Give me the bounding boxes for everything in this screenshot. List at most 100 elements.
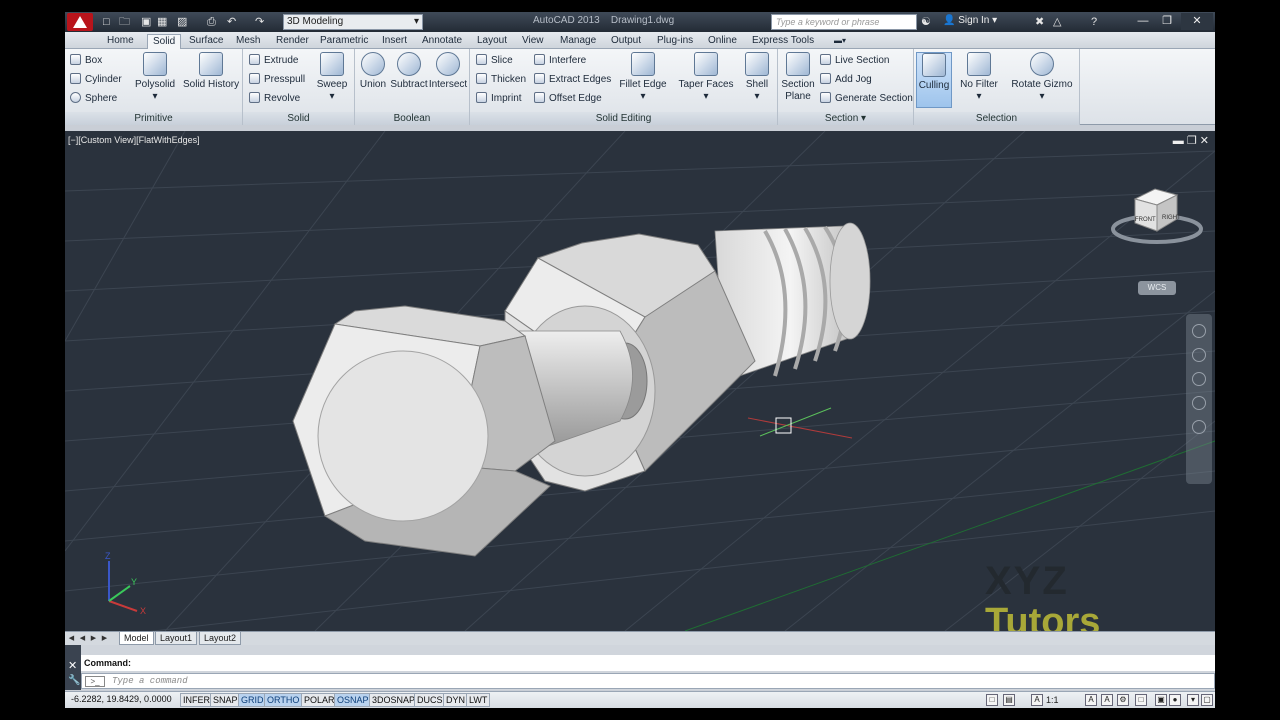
application-menu-button[interactable]: [67, 13, 93, 31]
wcs-menu[interactable]: WCS: [1138, 281, 1176, 295]
annotation-visibility-icon[interactable]: A: [1085, 694, 1097, 706]
imprint-button[interactable]: Imprint: [476, 91, 522, 107]
wrench-icon[interactable]: 🔧: [68, 675, 80, 686]
hardware-accel-icon[interactable]: ▣: [1155, 694, 1167, 706]
close-button[interactable]: ✕: [1181, 13, 1213, 30]
tab-annotate[interactable]: Annotate: [417, 34, 467, 49]
tab-solid[interactable]: Solid: [147, 34, 182, 49]
workspace-switch-icon[interactable]: ⚙: [1117, 694, 1129, 706]
taper-faces-button[interactable]: Taper Faces ▾: [678, 52, 734, 103]
presspull-button[interactable]: Presspull: [249, 72, 305, 88]
panel-label-section[interactable]: Section ▾: [778, 112, 913, 125]
viewport-minimize-icon[interactable]: ▬: [1173, 135, 1184, 147]
tab-home[interactable]: Home: [102, 34, 139, 49]
showmotion-icon[interactable]: [1192, 420, 1206, 434]
next-layout-icon[interactable]: ▶: [89, 633, 98, 644]
viewport-controls-label[interactable]: [−][Custom View][FlatWithEdges]: [68, 135, 200, 145]
clean-screen-icon[interactable]: ▢: [1201, 694, 1213, 706]
sign-in-button[interactable]: 👤 Sign In ▾: [943, 15, 997, 26]
tab-manage[interactable]: Manage: [555, 34, 601, 49]
intersect-button[interactable]: Intersect: [428, 52, 468, 91]
solid-history-button[interactable]: Solid History: [183, 52, 239, 91]
first-layout-icon[interactable]: ◀: [67, 633, 76, 644]
undo-icon[interactable]: ↶: [227, 15, 236, 29]
section-plane-button[interactable]: Section Plane: [780, 52, 816, 103]
subtract-button[interactable]: Subtract: [389, 52, 429, 91]
dyn-toggle[interactable]: DYN: [443, 693, 469, 707]
command-input[interactable]: Type a command: [81, 673, 1215, 689]
model-space-icon[interactable]: □: [986, 694, 998, 706]
minimize-button[interactable]: —: [1131, 13, 1155, 30]
tab-output[interactable]: Output: [606, 34, 646, 49]
tab-layout1[interactable]: Layout1: [155, 632, 198, 645]
snap-toggle[interactable]: SNAP: [210, 693, 241, 707]
generate-section-button[interactable]: Generate Section: [820, 91, 913, 107]
tab-mesh[interactable]: Mesh: [231, 34, 265, 49]
pan-icon[interactable]: [1192, 348, 1206, 362]
ortho-toggle[interactable]: ORTHO: [264, 693, 303, 707]
command-line-grip[interactable]: ✕ 🔧: [65, 645, 81, 690]
network-icon[interactable]: △: [1053, 15, 1061, 29]
save-icon[interactable]: ▣: [141, 15, 151, 29]
grid-toggle[interactable]: GRID: [238, 693, 267, 707]
cylinder-button[interactable]: Cylinder: [70, 72, 122, 88]
tab-insert[interactable]: Insert: [377, 34, 412, 49]
union-button[interactable]: Union: [358, 52, 388, 91]
rotate-gizmo-dropdown[interactable]: Rotate Gizmo ▾: [1010, 52, 1074, 103]
auto-scale-icon[interactable]: A: [1101, 694, 1113, 706]
polar-toggle[interactable]: POLAR: [301, 693, 338, 707]
prev-layout-icon[interactable]: ◀: [78, 633, 87, 644]
restore-button[interactable]: ❐: [1155, 13, 1179, 30]
osnap-toggle[interactable]: OSNAP: [334, 693, 372, 707]
viewport-restore-icon[interactable]: ❐: [1187, 135, 1197, 147]
no-filter-dropdown[interactable]: No Filter ▾: [958, 52, 1000, 103]
zoom-icon[interactable]: [1192, 372, 1206, 386]
steering-wheel-icon[interactable]: [1192, 324, 1206, 338]
viewcube-right-label[interactable]: RIGHT: [1162, 215, 1181, 221]
orbit-icon[interactable]: [1192, 396, 1206, 410]
box-button[interactable]: Box: [70, 53, 102, 69]
new-icon[interactable]: □: [103, 15, 110, 29]
lock-icon[interactable]: □: [1135, 694, 1147, 706]
annotation-scale-value[interactable]: 1:1: [1046, 695, 1059, 705]
sweep-button[interactable]: Sweep ▾: [315, 52, 349, 103]
open-icon[interactable]: 🗀: [119, 15, 130, 29]
tab-online[interactable]: Online: [703, 34, 742, 49]
exchange-icon[interactable]: ✖: [1035, 15, 1044, 29]
interfere-button[interactable]: Interfere: [534, 53, 586, 69]
search-input[interactable]: Type a keyword or phrase: [771, 14, 917, 30]
drawing-viewport[interactable]: Z Y X [−][Custom View][FlatWithEdges] ▬ …: [65, 131, 1215, 631]
annotation-scale-icon[interactable]: A: [1031, 694, 1043, 706]
binoculars-icon[interactable]: ☯: [921, 15, 931, 29]
sphere-button[interactable]: Sphere: [70, 91, 117, 107]
culling-button[interactable]: Culling: [916, 52, 952, 108]
viewport-close-icon[interactable]: ✕: [1200, 135, 1209, 147]
lightbulb-icon[interactable]: ●: [1169, 694, 1181, 706]
help-button[interactable]: ?: [1091, 15, 1097, 29]
redo-icon[interactable]: ↷: [255, 15, 264, 29]
offset-edge-button[interactable]: Offset Edge: [534, 91, 602, 107]
live-section-button[interactable]: Live Section: [820, 53, 889, 69]
tab-plug-ins[interactable]: Plug-ins: [652, 34, 698, 49]
workspace-dropdown[interactable]: 3D Modeling ▾: [283, 14, 423, 30]
revolve-button[interactable]: Revolve: [249, 91, 300, 107]
shell-button[interactable]: Shell ▾: [740, 52, 774, 103]
close-icon[interactable]: ✕: [68, 659, 77, 672]
viewcube-front-label[interactable]: FRONT: [1135, 217, 1156, 223]
quick-view-icon[interactable]: ▤: [1003, 694, 1015, 706]
extract-edges-button[interactable]: Extract Edges: [534, 72, 611, 88]
save-as-icon[interactable]: ▦: [157, 15, 167, 29]
3dosnap-toggle[interactable]: 3DOSNAP: [369, 693, 419, 707]
coordinate-readout[interactable]: -6.2282, 19.8429, 0.0000: [71, 694, 172, 704]
command-prompt-icon[interactable]: >_: [85, 676, 105, 687]
polysolid-button[interactable]: Polysolid ▾: [135, 52, 175, 103]
extrude-button[interactable]: Extrude: [249, 53, 298, 69]
slice-button[interactable]: Slice: [476, 53, 513, 69]
print-icon[interactable]: ⎙: [207, 15, 216, 29]
ducs-toggle[interactable]: DUCS: [414, 693, 446, 707]
status-menu-icon[interactable]: ▾: [1187, 694, 1199, 706]
tab-layout[interactable]: Layout: [472, 34, 512, 49]
thicken-button[interactable]: Thicken: [476, 72, 526, 88]
tab-surface[interactable]: Surface: [184, 34, 228, 49]
tab-parametric[interactable]: Parametric: [315, 34, 373, 49]
